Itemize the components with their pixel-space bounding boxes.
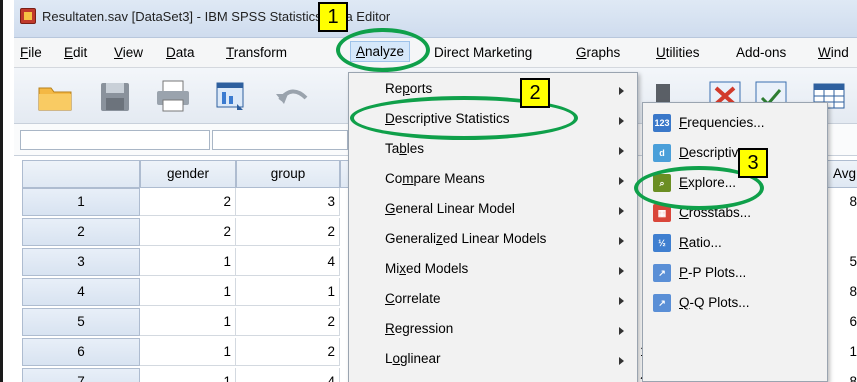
cell-value-field[interactable]: [212, 130, 348, 150]
left-border: [0, 0, 3, 382]
submenu-arrow-icon: [619, 207, 624, 215]
row-number[interactable]: 7: [22, 368, 140, 382]
menu-view[interactable]: View: [114, 45, 143, 60]
cell-gender[interactable]: 1: [140, 338, 236, 366]
menu-data[interactable]: Data: [166, 45, 195, 60]
submenu-arrow-icon: [619, 147, 624, 155]
cell-group[interactable]: 1: [236, 278, 340, 306]
submenu-arrow-icon: [619, 87, 624, 95]
row-number[interactable]: 5: [22, 308, 140, 336]
row-number[interactable]: 1: [22, 188, 140, 216]
menu-graphs[interactable]: Graphs: [576, 45, 620, 60]
ratio-icon: ½: [653, 234, 671, 252]
step-badge-3: 3: [738, 148, 768, 178]
analyze-menu-item[interactable]: Generalized Linear Models: [385, 231, 546, 246]
cell-gender[interactable]: 1: [140, 308, 236, 336]
dialog-recall-icon[interactable]: [212, 78, 250, 114]
analyze-menu-item[interactable]: Tables: [385, 141, 424, 156]
frequencies-icon: 123: [653, 114, 671, 132]
spss-app-icon: [20, 8, 36, 24]
save-icon[interactable]: [96, 78, 134, 114]
menu-bar: File Edit View Data Transform Analyze Di…: [14, 38, 857, 68]
undo-icon[interactable]: [272, 78, 310, 114]
analyze-menu-item[interactable]: Loglinear: [385, 351, 441, 366]
cell-group[interactable]: 2: [236, 218, 340, 246]
cell-gender[interactable]: 1: [140, 368, 236, 382]
row-number[interactable]: 2: [22, 218, 140, 246]
analyze-menu-item[interactable]: Correlate: [385, 291, 441, 306]
cell-group[interactable]: 3: [236, 188, 340, 216]
corner-header: [22, 160, 140, 188]
submenu-arrow-icon: [619, 297, 624, 305]
submenu-item[interactable]: Frequencies...: [679, 115, 765, 130]
submenu-item[interactable]: Ratio...: [679, 235, 722, 250]
pp-plots-icon: ↗: [653, 264, 671, 282]
cell-gender[interactable]: 1: [140, 278, 236, 306]
cell-reference-field[interactable]: [20, 130, 210, 150]
descriptive-statistics-submenu: 123 Frequencies... d Descriptives... ⌕ Explor…: [642, 102, 828, 382]
cell-gender[interactable]: 1: [140, 248, 236, 276]
cell-group[interactable]: 2: [236, 338, 340, 366]
print-icon[interactable]: [154, 78, 192, 114]
analyze-menu-item[interactable]: General Linear Model: [385, 201, 515, 216]
cell-gender[interactable]: 2: [140, 188, 236, 216]
menu-transform[interactable]: Transform: [226, 45, 287, 60]
analyze-menu-item[interactable]: Reports: [385, 81, 432, 96]
cell-avg[interactable]: 8: [826, 368, 857, 382]
submenu-item[interactable]: Q-Q Plots...: [679, 295, 750, 310]
menu-direct-marketing[interactable]: Direct Marketing: [434, 45, 532, 60]
cell-avg[interactable]: 8: [826, 188, 857, 216]
analyze-menu-item[interactable]: Compare Means: [385, 171, 485, 186]
submenu-arrow-icon: [619, 177, 624, 185]
analyze-menu-item[interactable]: Regression: [385, 321, 453, 336]
row-number[interactable]: 3: [22, 248, 140, 276]
cell-avg[interactable]: 6: [826, 308, 857, 336]
step-badge-2: 2: [520, 78, 550, 108]
title-bar: Resultaten.sav [DataSet3] - IBM SPSS Sta…: [14, 0, 857, 38]
submenu-arrow-icon: [619, 327, 624, 335]
analyze-menu-item[interactable]: Mixed Models: [385, 261, 468, 276]
cell-avg[interactable]: 5: [826, 248, 857, 276]
step-badge-1: 1: [318, 2, 348, 32]
submenu-arrow-icon: [619, 117, 624, 125]
column-header-gender[interactable]: gender: [140, 160, 236, 188]
spss-window: Resultaten.sav [DataSet3] - IBM SPSS Sta…: [0, 0, 857, 382]
column-header-avg[interactable]: Avg: [826, 160, 857, 188]
qq-plots-icon: ↗: [653, 294, 671, 312]
row-number[interactable]: 6: [22, 338, 140, 366]
submenu-item[interactable]: P-P Plots...: [679, 265, 746, 280]
cell-avg[interactable]: 8: [826, 278, 857, 306]
row-number[interactable]: 4: [22, 278, 140, 306]
menu-window[interactable]: Wind: [818, 45, 849, 60]
cell-gender[interactable]: 2: [140, 218, 236, 246]
descriptives-icon: d: [653, 144, 671, 162]
menu-edit[interactable]: Edit: [64, 45, 87, 60]
menu-add-ons[interactable]: Add-ons: [736, 45, 786, 60]
open-folder-icon[interactable]: [36, 78, 74, 114]
highlight-ellipse-analyze: [336, 28, 430, 72]
cell-group[interactable]: 2: [236, 308, 340, 336]
submenu-arrow-icon: [619, 267, 624, 275]
menu-file[interactable]: File: [20, 45, 42, 60]
submenu-arrow-icon: [619, 237, 624, 245]
column-header-group[interactable]: group: [236, 160, 340, 188]
menu-utilities[interactable]: Utilities: [656, 45, 700, 60]
submenu-arrow-icon: [619, 357, 624, 365]
cell-avg[interactable]: 1: [826, 338, 857, 366]
cell-group[interactable]: 4: [236, 248, 340, 276]
cell-group[interactable]: 4: [236, 368, 340, 382]
cell-avg[interactable]: [826, 218, 857, 246]
